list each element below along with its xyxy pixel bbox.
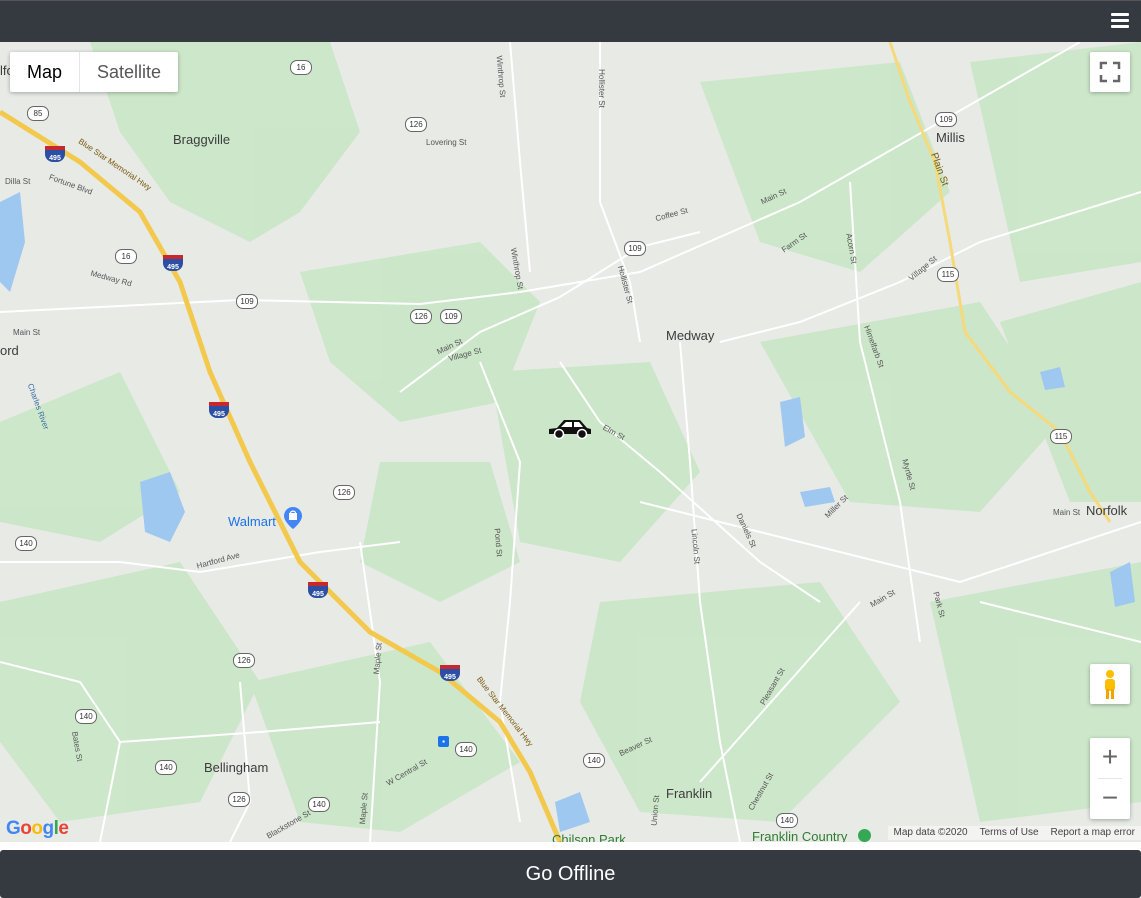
google-logo[interactable]: Google xyxy=(6,818,69,840)
fullscreen-button[interactable] xyxy=(1090,52,1130,92)
town-label: Bellingham xyxy=(204,760,269,775)
map-type-map-button[interactable]: Map xyxy=(10,52,81,92)
route-shield: 140 xyxy=(75,709,97,724)
route-shield: 140 xyxy=(155,760,177,775)
interstate-shield: 495 xyxy=(440,665,460,681)
interstate-shield: 495 xyxy=(45,146,65,162)
map-attribution: Map data ©2020 Terms of Use Report a map… xyxy=(887,826,1141,840)
route-shield: 115 xyxy=(937,267,959,282)
route-shield: 126 xyxy=(233,653,255,668)
route-shield: 109 xyxy=(236,294,258,309)
route-shield: 16 xyxy=(115,249,137,264)
route-shield: 109 xyxy=(935,112,957,127)
map-terrain xyxy=(0,42,1141,842)
map-type-satellite-button[interactable]: Satellite xyxy=(80,52,178,92)
train-icon: ▪ xyxy=(438,736,449,747)
route-shield: 126 xyxy=(228,792,250,807)
route-shield: 126 xyxy=(333,485,355,500)
route-shield: 140 xyxy=(308,797,330,812)
route-shield: 115 xyxy=(1050,429,1072,444)
map-canvas[interactable]: Braggville Millis Medway Norfolk Walmart… xyxy=(0,42,1141,842)
pegman-icon xyxy=(1105,670,1115,699)
route-shield: 140 xyxy=(583,753,605,768)
poi-label[interactable]: Walmart xyxy=(228,514,276,529)
street-label: Main St xyxy=(13,328,41,337)
route-shield: 140 xyxy=(15,536,37,551)
top-navbar xyxy=(0,0,1141,42)
route-shield: 109 xyxy=(624,241,646,256)
terms-link[interactable]: Terms of Use xyxy=(980,826,1039,840)
route-shield: 126 xyxy=(410,309,432,324)
route-shield: 16 xyxy=(290,60,312,75)
town-label: Braggville xyxy=(173,132,231,147)
town-label: Norfolk xyxy=(1086,503,1128,518)
report-error-link[interactable]: Report a map error xyxy=(1051,826,1135,840)
town-label: Franklin xyxy=(666,786,713,801)
street-label: Main St xyxy=(1053,508,1081,517)
zoom-control: + − xyxy=(1090,738,1130,819)
route-shield: 126 xyxy=(405,117,427,132)
route-shield: 140 xyxy=(455,742,477,757)
shopping-bag-icon[interactable] xyxy=(284,507,302,529)
interstate-shield: 495 xyxy=(308,582,328,598)
map-data-text: Map data ©2020 xyxy=(893,827,968,838)
route-shield: 109 xyxy=(440,309,462,324)
map-type-control: Map Satellite xyxy=(10,52,179,92)
town-label: Millis xyxy=(936,130,965,145)
town-label: Medway xyxy=(666,328,715,343)
car-icon[interactable] xyxy=(547,418,593,440)
fullscreen-icon xyxy=(1099,61,1121,83)
town-label: ord xyxy=(0,343,19,358)
zoom-out-button[interactable]: − xyxy=(1090,779,1130,819)
route-shield: 140 xyxy=(776,813,798,828)
interstate-shield: 495 xyxy=(209,402,229,418)
zoom-in-button[interactable]: + xyxy=(1090,738,1130,778)
route-shield: 85 xyxy=(27,106,49,121)
street-label: Dilla St xyxy=(5,177,31,186)
street-label: Hollister St xyxy=(596,69,606,108)
park-label: Franklin Country xyxy=(752,829,848,842)
street-label: Lovering St xyxy=(426,138,467,147)
go-offline-button[interactable]: Go Offline xyxy=(0,850,1141,898)
interstate-shield: 495 xyxy=(163,255,183,271)
park-icon xyxy=(858,829,871,842)
park-label: Chilson Park xyxy=(552,832,626,842)
street-view-button[interactable] xyxy=(1090,664,1130,704)
hamburger-menu-icon[interactable] xyxy=(1111,13,1129,31)
